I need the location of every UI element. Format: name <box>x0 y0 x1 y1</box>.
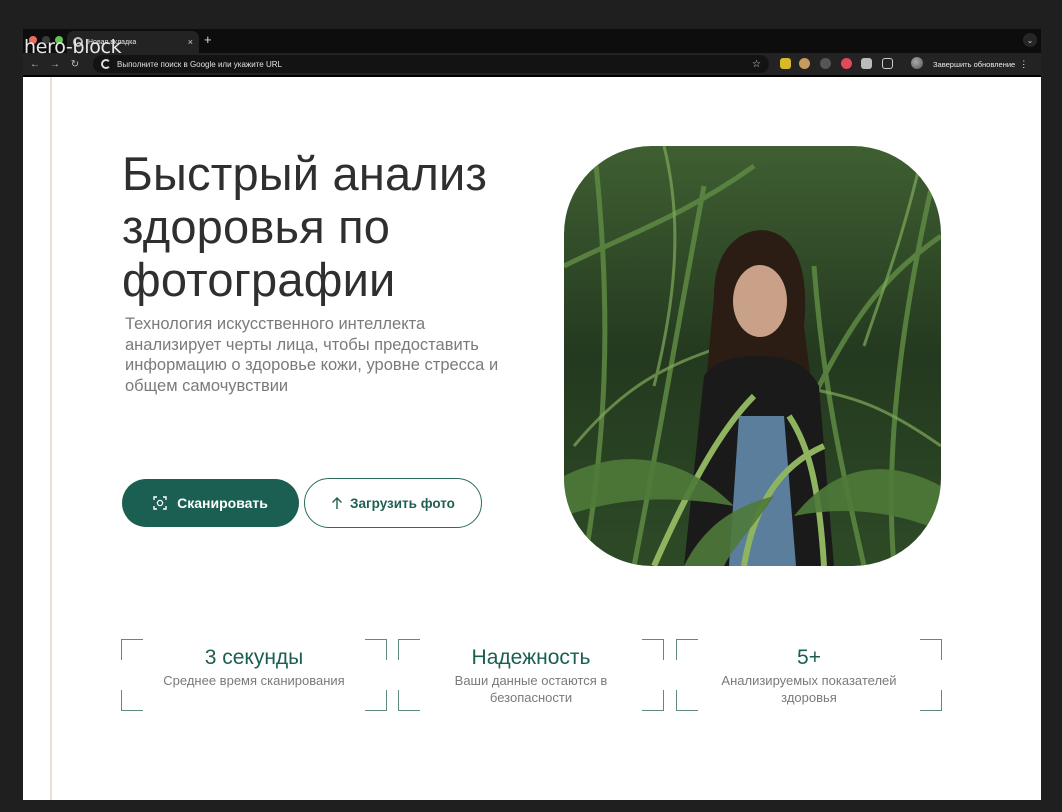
overlay-label: hero-block <box>24 36 122 58</box>
scan-button[interactable]: Сканировать <box>122 479 299 527</box>
update-button[interactable]: Завершить обновление ⋮ <box>933 56 1028 72</box>
new-tab-button[interactable]: + <box>204 32 212 47</box>
tab-bar: Новая вкладка × + ⌄ <box>23 29 1041 53</box>
extension-icon[interactable] <box>780 58 791 69</box>
upload-photo-button[interactable]: Загрузить фото <box>304 478 482 528</box>
stat-value: 3 секунды <box>204 646 304 669</box>
reload-icon[interactable]: ↻ <box>65 59 85 70</box>
scan-frame-icon <box>153 496 167 510</box>
corner-bracket <box>121 690 143 711</box>
forward-icon[interactable]: → <box>45 59 65 70</box>
page-content: Быстрый анализ здоровья по фотографии Те… <box>23 77 1041 800</box>
google-icon <box>101 59 111 69</box>
scan-button-label: Сканировать <box>177 495 268 511</box>
extension-icon[interactable] <box>799 58 810 69</box>
extension-icon[interactable] <box>820 58 831 69</box>
profile-avatar[interactable] <box>911 57 923 69</box>
stat-caption: Анализируемых показателей здоровья <box>721 673 897 705</box>
menu-dots-icon[interactable]: ⋮ <box>1019 59 1028 70</box>
extension-icon[interactable] <box>861 58 872 69</box>
extensions-puzzle-icon[interactable] <box>882 58 893 69</box>
close-tab-icon[interactable]: × <box>188 37 193 47</box>
extension-icon[interactable] <box>841 58 852 69</box>
arrow-up-icon <box>332 497 343 509</box>
stat-caption: Среднее время сканирования <box>163 673 345 688</box>
bookmark-star-icon[interactable]: ☆ <box>752 59 761 70</box>
stat-card: 3 секунды Среднее время сканирования <box>121 639 387 711</box>
address-placeholder: Выполните поиск в Google или укажите URL <box>117 59 282 69</box>
update-label: Завершить обновление <box>933 59 1016 69</box>
stat-card: Надежность Ваши данные остаются в безопа… <box>398 639 664 711</box>
stat-card: 5+ Анализируемых показателей здоровья <box>676 639 942 711</box>
address-bar[interactable]: Выполните поиск в Google или укажите URL… <box>93 55 769 73</box>
hero-title: Быстрый анализ здоровья по фотографии <box>122 147 488 306</box>
hero-photo <box>564 146 941 566</box>
stat-value: Надежность <box>471 646 591 669</box>
corner-bracket <box>365 690 387 711</box>
browser-window: Новая вкладка × + ⌄ ← → ↻ Выполните поис… <box>23 29 1041 800</box>
left-guide-line <box>50 77 52 800</box>
back-icon[interactable]: ← <box>25 59 45 70</box>
stat-value: 5+ <box>797 646 821 669</box>
upload-button-label: Загрузить фото <box>350 495 455 511</box>
browser-toolbar: ← → ↻ Выполните поиск в Google или укажи… <box>23 53 1041 75</box>
tab-search-button[interactable]: ⌄ <box>1023 33 1037 47</box>
hero-subtitle: Технология искусственного интеллекта ана… <box>125 315 499 395</box>
stat-caption: Ваши данные остаются в безопасности <box>454 673 608 705</box>
